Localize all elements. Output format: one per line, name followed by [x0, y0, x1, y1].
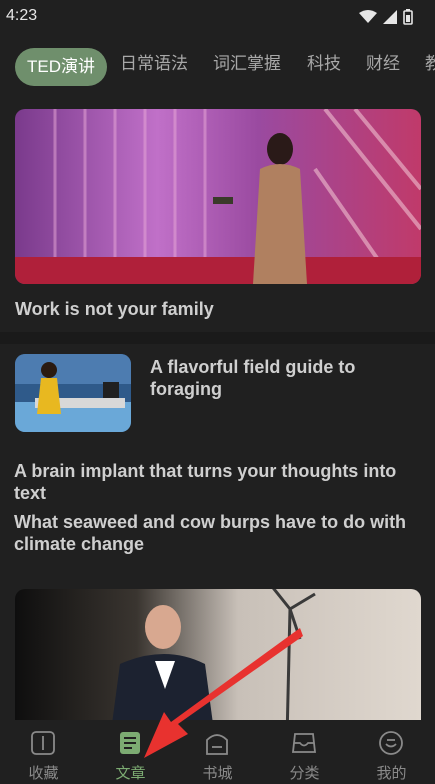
article-title-2[interactable]: A flavorful field guide to foraging	[150, 356, 430, 400]
status-time: 4:23	[6, 7, 38, 24]
divider	[0, 332, 435, 344]
nav-articles[interactable]: 文章	[87, 720, 174, 784]
article-image-1[interactable]	[15, 109, 421, 284]
tray-icon	[291, 733, 317, 753]
tab-daily-grammar[interactable]: 日常语法	[120, 44, 188, 84]
article-image-5[interactable]	[15, 589, 421, 732]
nav-label-favorites: 收藏	[28, 765, 59, 782]
tab-vocabulary[interactable]: 词汇掌握	[213, 44, 281, 84]
tab-finance[interactable]: 财经	[366, 44, 400, 84]
wind-turbine-photo	[15, 589, 421, 732]
category-tabs: TED演讲 日常语法 词汇掌握 科技 财经 教	[0, 44, 435, 88]
nav-bookstore[interactable]: 书城	[174, 720, 261, 784]
nav-favorites[interactable]: 收藏	[0, 720, 87, 784]
article-title-3[interactable]: A brain implant that turns your thoughts…	[14, 460, 424, 504]
bookstore-icon	[206, 734, 228, 755]
nav-label-articles: 文章	[115, 765, 146, 782]
nav-profile[interactable]: 我的	[348, 720, 435, 784]
wifi-icon	[359, 10, 377, 23]
foraging-photo	[15, 354, 131, 432]
article-title-1[interactable]: Work is not your family	[15, 298, 214, 320]
nav-label-bookstore: 书城	[202, 765, 233, 782]
article-image-2[interactable]	[15, 354, 131, 432]
nav-label-profile: 我的	[376, 765, 407, 782]
tab-ted-talks[interactable]: TED演讲	[15, 48, 107, 86]
bottom-nav: 收藏 文章 书城 分类 我的	[0, 720, 435, 784]
battery-icon	[403, 9, 413, 25]
signal-icon	[383, 10, 397, 24]
profile-icon	[379, 731, 403, 755]
nav-label-categories: 分类	[289, 765, 320, 782]
status-bar: 4:23	[0, 0, 435, 36]
article-title-4[interactable]: What seaweed and cow burps have to do wi…	[14, 511, 414, 555]
nav-categories[interactable]: 分类	[261, 720, 348, 784]
ted-stage-photo	[15, 109, 421, 284]
status-icons	[359, 9, 413, 25]
article-feed[interactable]: Work is not your family A flavorful fiel…	[0, 92, 435, 732]
tab-education[interactable]: 教	[425, 44, 435, 84]
article-icon	[120, 732, 140, 754]
tab-technology[interactable]: 科技	[307, 44, 341, 84]
book-open-icon	[31, 731, 55, 755]
